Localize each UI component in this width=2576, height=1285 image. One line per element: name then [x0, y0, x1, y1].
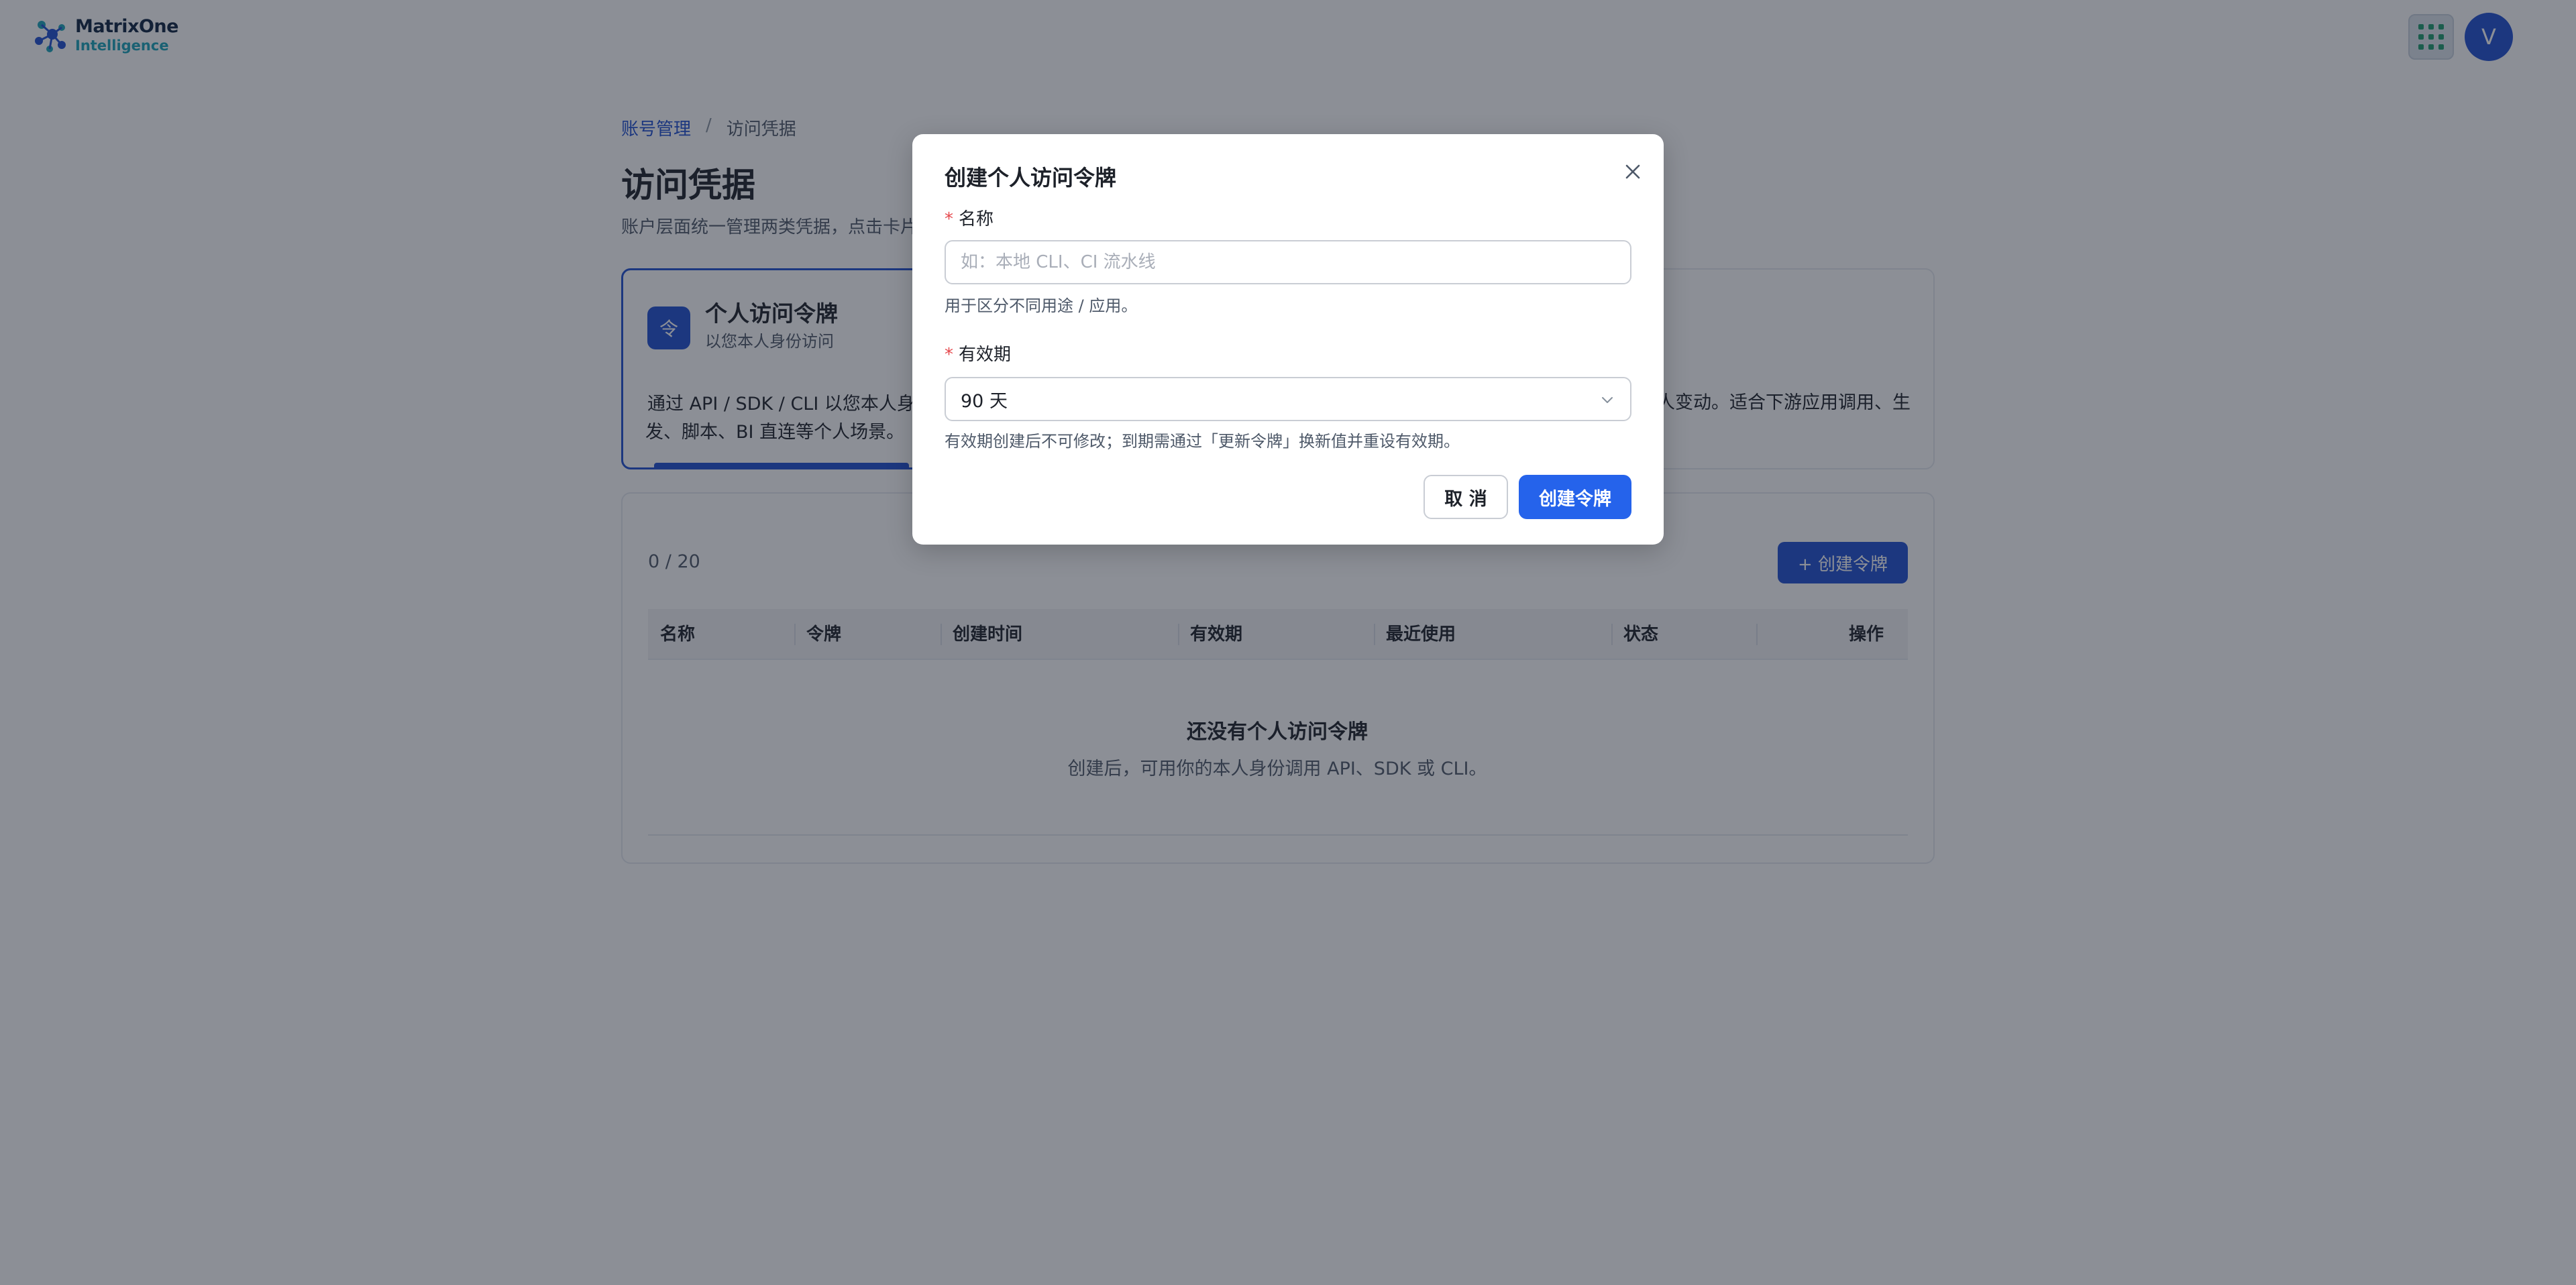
expiry-field-label: * 有效期	[945, 345, 1012, 365]
expiry-select[interactable]: 90 天	[945, 377, 1631, 421]
name-field-label: * 名称	[945, 209, 994, 229]
create-token-dialog: 创建个人访问令牌 *名称 用于区分不同用途 / 应用。 *有效期 90 天 有效…	[912, 134, 1664, 545]
expiry-field-hint: 有效期创建后不可修改；到期需通过「更新令牌」换新值并重设有效期。	[945, 432, 1460, 451]
token-name-input[interactable]	[945, 240, 1631, 284]
dialog-title: 创建个人访问令牌	[945, 165, 1117, 190]
required-mark: *	[945, 345, 953, 365]
name-field-hint: 用于区分不同用途 / 应用。	[945, 296, 1138, 315]
confirm-create-token-button[interactable]: 创建令牌	[1519, 475, 1631, 519]
close-icon[interactable]	[1619, 158, 1646, 185]
expiry-selected-value: 90 天	[961, 390, 1008, 412]
cancel-button[interactable]: 取 消	[1424, 475, 1508, 519]
required-mark: *	[945, 209, 953, 229]
chevron-down-icon	[1602, 397, 1613, 403]
page: MatrixOne Intelligence V 账号管理 / 访问凭据 访问凭…	[0, 0, 2576, 1285]
